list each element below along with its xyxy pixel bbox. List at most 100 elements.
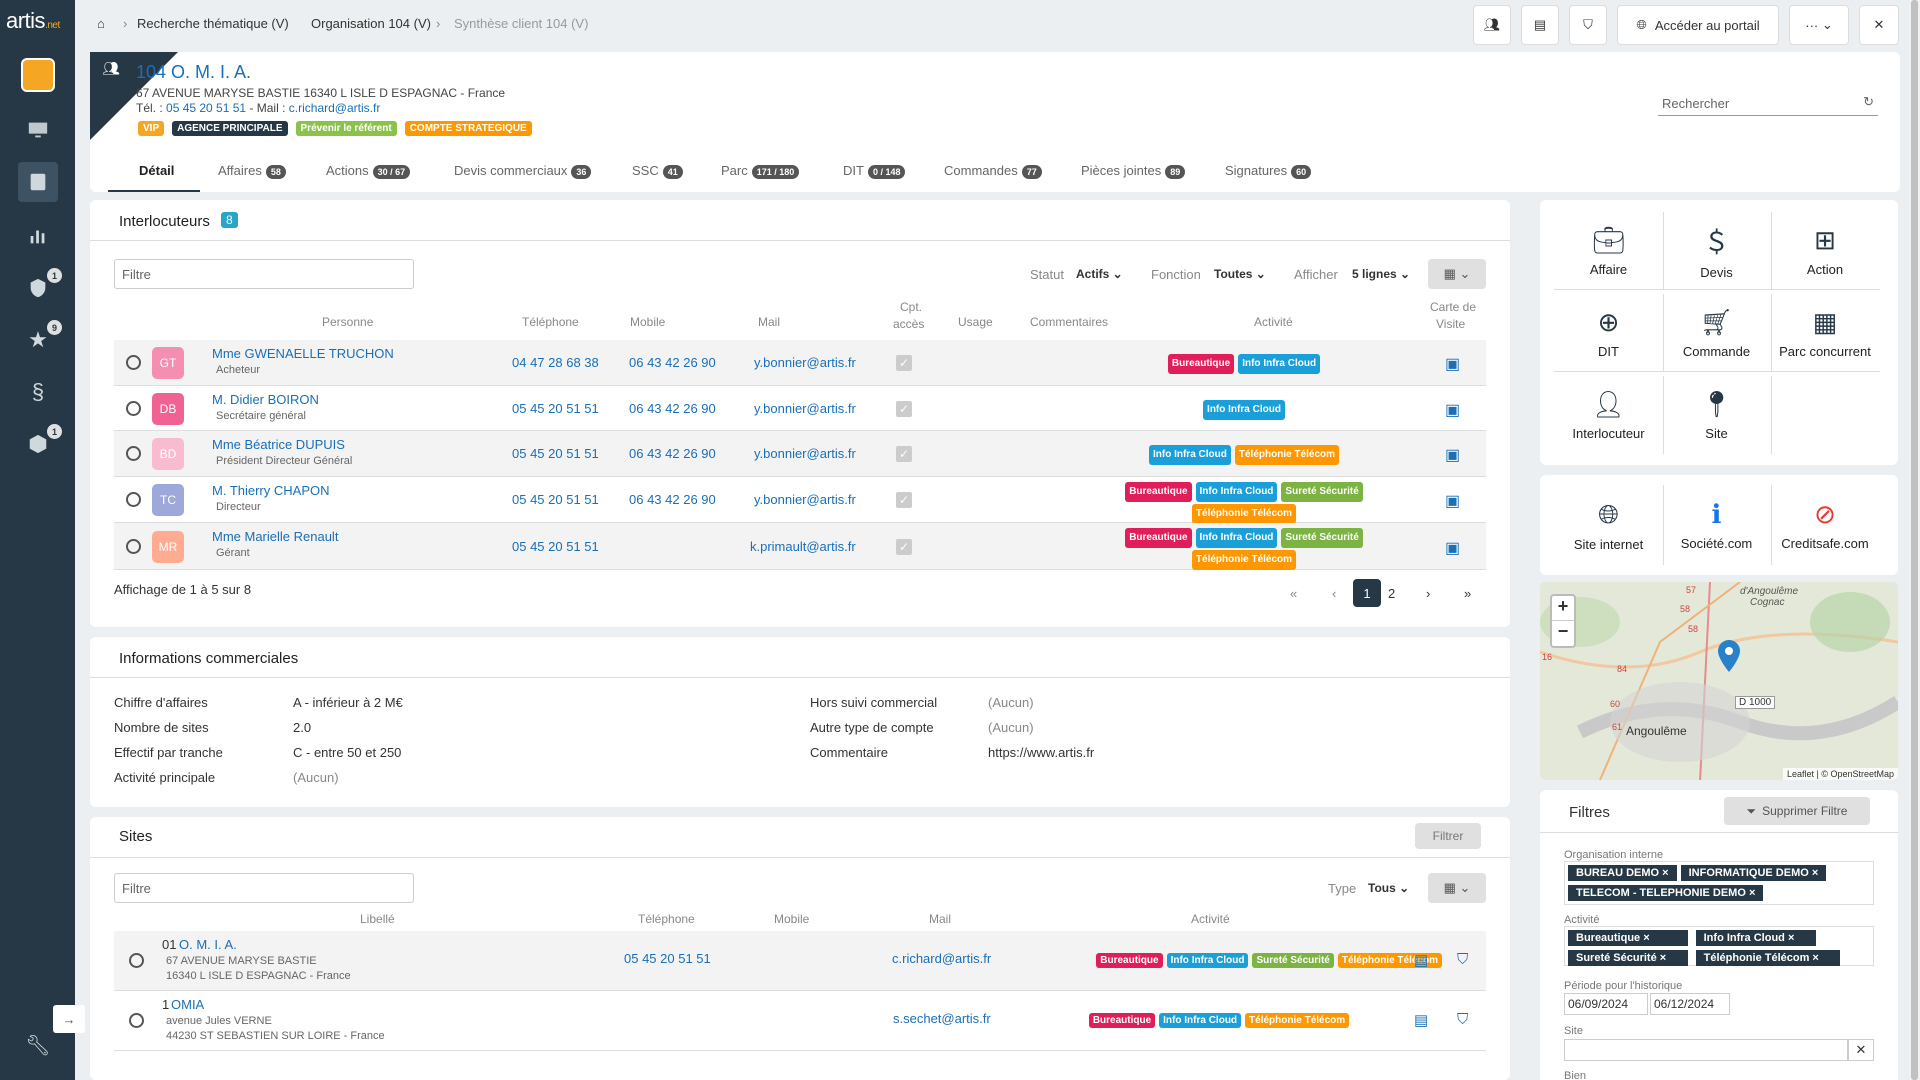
contact-phone[interactable]: 05 45 20 51 51 bbox=[512, 539, 599, 554]
quick-action-affaire[interactable]: 💼︎ Affaire bbox=[1554, 212, 1664, 290]
tab-affaires[interactable]: Affaires 58 bbox=[218, 163, 286, 179]
org-chips[interactable]: BUREAU DEMO × INFORMATIQUE DEMO ×TELECOM … bbox=[1564, 861, 1874, 905]
contact-mobile[interactable]: 06 43 42 26 90 bbox=[629, 446, 716, 461]
scrollbar-thumb[interactable] bbox=[1911, 0, 1918, 1080]
site-mail[interactable]: c.richard@artis.fr bbox=[892, 951, 991, 966]
activity-chips[interactable]: Bureautique × Info Infra Cloud × Sureté … bbox=[1564, 926, 1874, 966]
contact-name[interactable]: M. Didier BOIRON bbox=[212, 392, 319, 407]
tab-signatures[interactable]: Signatures 60 bbox=[1225, 163, 1312, 179]
link-creditsafe-com[interactable]: ⊘ Creditsafe.com bbox=[1770, 485, 1880, 565]
contact-mail[interactable]: y.bonnier@artis.fr bbox=[754, 401, 856, 416]
tab-commandes[interactable]: Commandes 77 bbox=[944, 163, 1042, 179]
business-card-icon[interactable]: ▣ bbox=[1445, 354, 1460, 374]
business-card-icon[interactable]: ▣ bbox=[1445, 538, 1460, 558]
contact-name[interactable]: M. Thierry CHAPON bbox=[212, 483, 330, 498]
quick-action-dit[interactable]: ⊕ DIT bbox=[1554, 294, 1664, 372]
quick-action-site[interactable]: 📍︎ Site bbox=[1662, 376, 1772, 454]
business-card-icon[interactable]: ▣ bbox=[1445, 400, 1460, 420]
page-button-active[interactable]: 1 bbox=[1353, 579, 1381, 607]
tab-dit[interactable]: DIT 0 / 148 bbox=[843, 163, 906, 179]
contact-phone[interactable]: 05 45 20 51 51 bbox=[512, 401, 599, 416]
map-marker-icon[interactable] bbox=[1718, 640, 1740, 672]
site-name[interactable]: O. M. I. A. bbox=[179, 937, 237, 952]
wrench-icon[interactable]: 🔧︎ bbox=[18, 1025, 58, 1065]
link-site-internet[interactable]: 🌐︎ Site internet bbox=[1554, 485, 1664, 565]
search-input[interactable]: Rechercher ↻ bbox=[1658, 90, 1878, 116]
access-checkbox[interactable]: ✓ bbox=[896, 492, 912, 508]
afficher-select[interactable]: 5 lignes ⌄ bbox=[1352, 267, 1410, 281]
access-checkbox[interactable]: ✓ bbox=[896, 538, 912, 555]
contact-mobile[interactable]: 06 43 42 26 90 bbox=[629, 355, 716, 370]
sites-filter-input[interactable]: Filtre bbox=[114, 873, 414, 903]
activity-chip[interactable]: Téléphonie Télécom × bbox=[1695, 950, 1840, 966]
quick-action-commande[interactable]: 🛒︎ Commande bbox=[1662, 294, 1772, 372]
row-select-radio[interactable] bbox=[126, 538, 141, 554]
chip-remove-icon[interactable]: × bbox=[1659, 867, 1668, 879]
home-icon[interactable]: ⌂ bbox=[97, 16, 105, 31]
bar-chart-icon[interactable] bbox=[18, 216, 58, 256]
statut-select[interactable]: Actifs ⌄ bbox=[1076, 267, 1123, 281]
chip-remove-icon[interactable]: × bbox=[1809, 867, 1818, 879]
app-logo[interactable]: artis.net bbox=[6, 8, 60, 34]
prev-page-button[interactable]: ‹ bbox=[1332, 586, 1336, 601]
columns-button[interactable]: ▦ ⌄ bbox=[1428, 873, 1486, 903]
scroll-icon[interactable]: § bbox=[18, 372, 58, 412]
users-icon[interactable]: 👥︎ bbox=[1473, 5, 1511, 45]
contact-name[interactable]: Mme GWENAELLE TRUCHON bbox=[212, 346, 394, 361]
site-clear-button[interactable]: ✕ bbox=[1848, 1039, 1874, 1061]
activity-chip[interactable]: Sureté Sécurité × bbox=[1568, 950, 1688, 966]
quick-action-devis[interactable]: ＄ Devis bbox=[1662, 212, 1772, 290]
first-page-button[interactable]: « bbox=[1290, 586, 1297, 601]
row-select-radio[interactable] bbox=[126, 400, 141, 416]
next-page-button[interactable]: › bbox=[1426, 586, 1430, 601]
shield-icon[interactable]: ⛉ bbox=[1569, 5, 1607, 45]
chip-remove-icon[interactable]: × bbox=[1746, 887, 1755, 899]
contact-mail[interactable]: y.bonnier@artis.fr bbox=[754, 492, 856, 507]
link-soci-t-com[interactable]: ℹ Société.com bbox=[1662, 485, 1772, 565]
contact-name[interactable]: Mme Béatrice DUPUIS bbox=[212, 437, 345, 452]
page-scrollbar[interactable] bbox=[1909, 0, 1920, 1080]
contact-phone[interactable]: 04 47 28 68 38 bbox=[512, 355, 599, 370]
table-row[interactable]: DB M. Didier BOIRON Secrétaire général 05 4… bbox=[114, 386, 1486, 431]
tab-d-tail[interactable]: Détail bbox=[139, 163, 174, 178]
activity-chip[interactable]: Info Infra Cloud × bbox=[1695, 930, 1816, 946]
zoom-out-button[interactable]: − bbox=[1552, 621, 1574, 646]
activity-chip[interactable]: Bureautique × bbox=[1568, 930, 1688, 946]
more-menu-button[interactable]: ··· ⌄ bbox=[1789, 5, 1849, 45]
last-page-button[interactable]: » bbox=[1464, 586, 1471, 601]
clear-filter-button[interactable]: ⏷ Supprimer Filtre bbox=[1724, 797, 1870, 825]
map[interactable]: + − Angoulême d'Angoulême Cognac D 1000 … bbox=[1540, 582, 1898, 780]
contact-mail[interactable]: y.bonnier@artis.fr bbox=[754, 446, 856, 461]
quick-action-parc-concurrent[interactable]: ▦ Parc concurrent bbox=[1770, 294, 1880, 372]
refresh-icon[interactable]: ↻ bbox=[1863, 94, 1874, 110]
fonction-select[interactable]: Toutes ⌄ bbox=[1214, 267, 1266, 281]
site-phone[interactable]: 05 45 20 51 51 bbox=[624, 951, 711, 966]
breadcrumb-item[interactable]: Recherche thématique (V) bbox=[137, 16, 289, 31]
tab-actions[interactable]: Actions 30 / 67 bbox=[326, 163, 411, 179]
table-row[interactable]: TC M. Thierry CHAPON Directeur 05 45 20 51 … bbox=[114, 477, 1486, 524]
document-icon[interactable]: ▤ bbox=[1414, 951, 1428, 969]
quick-action-action[interactable]: ⊞ Action bbox=[1770, 212, 1880, 290]
shield-icon[interactable]: ⛉ bbox=[1457, 951, 1468, 968]
portal-button[interactable]: 🌐︎ Accéder au portail bbox=[1617, 5, 1779, 45]
contact-mobile[interactable]: 06 43 42 26 90 bbox=[629, 492, 716, 507]
org-chip[interactable]: TELECOM - TELEPHONIE DEMO × bbox=[1568, 885, 1764, 901]
sites-filter-button[interactable]: Filtrer bbox=[1415, 823, 1481, 849]
user-avatar[interactable] bbox=[18, 55, 58, 95]
site-mail[interactable]: s.sechet@artis.fr bbox=[893, 1011, 991, 1026]
row-select-radio[interactable] bbox=[129, 1013, 144, 1028]
tab-pi-ces-jointes[interactable]: Pièces jointes 89 bbox=[1081, 163, 1186, 179]
map-attribution[interactable]: Leaflet | © OpenStreetMap bbox=[1782, 768, 1898, 780]
table-row[interactable]: BD Mme Béatrice DUPUIS Président Directeur… bbox=[114, 431, 1486, 477]
page-button[interactable]: 2 bbox=[1388, 586, 1395, 601]
tab-devis-commerciaux[interactable]: Devis commerciaux 36 bbox=[454, 163, 592, 179]
site-input[interactable] bbox=[1564, 1039, 1848, 1061]
contact-phone[interactable]: 05 45 20 51 51 bbox=[512, 492, 599, 507]
columns-button[interactable]: ▦ ⌄ bbox=[1428, 259, 1486, 289]
row-select-radio[interactable] bbox=[126, 492, 141, 507]
contact-name[interactable]: Mme Marielle Renault bbox=[212, 529, 338, 544]
client-name[interactable]: 104 O. M. I. A. bbox=[136, 62, 251, 83]
contacts-book-icon[interactable] bbox=[18, 162, 58, 202]
table-row[interactable]: 01 O. M. I. A. 67 AVENUE MARYSE BASTIE 1634… bbox=[114, 931, 1486, 991]
contact-mail[interactable]: y.bonnier@artis.fr bbox=[754, 355, 856, 370]
